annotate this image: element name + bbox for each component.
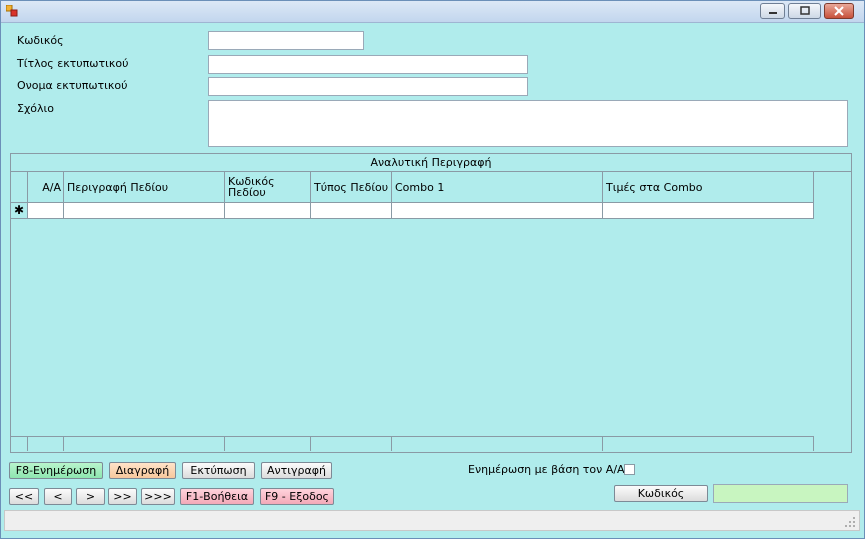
new-row-cell-field-code[interactable]: [225, 203, 311, 219]
title-bar: [1, 1, 864, 23]
minimize-icon: [769, 12, 777, 14]
comment-textarea[interactable]: [208, 100, 848, 147]
main-window: Κωδικός Τίτλος εκτυπωτικού Ονομα εκτυπωτ…: [0, 0, 865, 539]
code-label: Κωδικός: [17, 34, 64, 47]
footer-cell: [392, 436, 603, 451]
app-icon: [6, 5, 18, 17]
code-input[interactable]: [208, 31, 364, 50]
grid-caption: Αναλυτική Περιγραφή: [11, 154, 851, 172]
close-icon: [834, 6, 844, 16]
column-header-combo-1[interactable]: Combo 1: [392, 172, 603, 203]
delete-button[interactable]: Διαγραφή: [109, 462, 176, 479]
column-header-combo-values[interactable]: Τιμές στα Combo: [603, 172, 814, 203]
copy-button[interactable]: Αντιγραφή: [261, 462, 332, 479]
previous-record-button[interactable]: <: [44, 488, 72, 505]
comment-label: Σχόλιο: [17, 102, 54, 115]
close-button[interactable]: [824, 3, 854, 19]
new-row-cell-combo-values[interactable]: [603, 203, 814, 219]
new-row-marker: ✱: [11, 203, 28, 219]
fields-grid[interactable]: Αναλυτική Περιγραφή Α/Α Περιγραφή Πεδίου…: [10, 153, 852, 453]
print-button[interactable]: Εκτύπωση: [182, 462, 255, 479]
footer-cell: [603, 436, 814, 451]
column-header-field-type[interactable]: Τύπος Πεδίου: [311, 172, 392, 203]
first-record-button[interactable]: <<: [9, 488, 39, 505]
next-record-button[interactable]: >: [76, 488, 105, 505]
column-header-field-code[interactable]: Κωδικός Πεδίου: [225, 172, 311, 203]
maximize-button[interactable]: [788, 3, 821, 19]
status-bar: [4, 510, 860, 531]
help-button[interactable]: F1-Βοήθεια: [180, 488, 254, 505]
column-header-aa[interactable]: Α/Α: [28, 172, 64, 203]
next-page-button[interactable]: >>: [108, 488, 137, 505]
footer-cell: [64, 436, 225, 451]
last-record-button[interactable]: >>>: [141, 488, 175, 505]
footer-cell: [11, 436, 28, 451]
update-button[interactable]: F8-Ενημέρωση: [9, 462, 103, 479]
row-header-corner: [11, 172, 28, 203]
new-row-cell-aa[interactable]: [28, 203, 64, 219]
resize-grip-icon[interactable]: [844, 516, 856, 528]
code-search-input[interactable]: [713, 484, 848, 503]
new-row-cell-combo-1[interactable]: [392, 203, 603, 219]
printer-title-input[interactable]: [208, 55, 528, 74]
maximize-icon: [800, 6, 810, 15]
column-header-field-description[interactable]: Περιγραφή Πεδίου: [64, 172, 225, 203]
footer-cell: [28, 436, 64, 451]
code-search-button[interactable]: Κωδικός: [614, 485, 708, 502]
printer-title-label: Τίτλος εκτυπωτικού: [17, 57, 129, 70]
footer-cell: [311, 436, 392, 451]
new-row-cell-field-type[interactable]: [311, 203, 392, 219]
printer-name-input[interactable]: [208, 77, 528, 96]
printer-name-label: Ονομα εκτυπωτικού: [17, 79, 128, 92]
minimize-button[interactable]: [760, 3, 785, 19]
footer-cell: [225, 436, 311, 451]
update-by-aa-checkbox[interactable]: [624, 464, 635, 475]
new-row-cell-field-description[interactable]: [64, 203, 225, 219]
update-by-aa-label: Ενημέρωση με βάση τον Α/Α: [468, 463, 625, 476]
exit-button[interactable]: F9 - Εξοδος: [260, 488, 334, 505]
